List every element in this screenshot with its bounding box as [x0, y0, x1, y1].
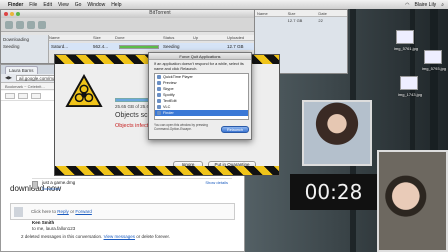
- finder-icon: [157, 111, 161, 115]
- forward-link[interactable]: Forward: [75, 209, 92, 214]
- video-feed-self[interactable]: [377, 150, 448, 252]
- reply-sep: or: [70, 209, 75, 214]
- deleted-notice: 2 deleted messages in this conversation.…: [21, 234, 170, 239]
- user-name[interactable]: Blaire Lily: [415, 2, 437, 8]
- app-icon: [157, 81, 161, 85]
- app-name: Preview: [163, 81, 177, 85]
- app-icon: [157, 93, 161, 97]
- dialog-title: Force Quit Applications: [149, 53, 251, 60]
- file-label[interactable]: img_1743.jpg: [398, 92, 422, 97]
- torrent-name: Saturd...: [51, 44, 69, 49]
- menu-go[interactable]: Go: [75, 2, 82, 8]
- list-item-selected[interactable]: Finder: [155, 110, 248, 116]
- app-name: Spotify: [163, 93, 175, 97]
- deleted-text: 2 deleted messages in this conversation.: [21, 234, 103, 239]
- list-item[interactable]: 12.7 GB 22: [255, 17, 347, 23]
- bt-sidebar: Downloading Seeding: [1, 35, 49, 63]
- menu-bar: Finder File Edit View Go Window Help ◠ B…: [0, 0, 448, 9]
- avatar: [14, 207, 23, 217]
- app-icon: [157, 87, 161, 91]
- app-name: TextEdit: [163, 99, 177, 103]
- torrent-progress-bar: [119, 44, 159, 49]
- progress-fill: [120, 45, 158, 48]
- app-name: VLC: [163, 105, 171, 109]
- menu-window[interactable]: Window: [87, 2, 105, 8]
- search-icon[interactable]: ⌕: [441, 2, 444, 8]
- menu-file[interactable]: File: [29, 2, 37, 8]
- col-header[interactable]: Size: [286, 11, 317, 16]
- add-torrent-icon[interactable]: [5, 20, 13, 29]
- attachment-name[interactable]: just a game.dmg: [42, 180, 75, 185]
- torrent-size: 562.4...: [93, 44, 109, 49]
- app-icon: [157, 75, 161, 79]
- force-quit-dialog: Force Quit Applications If an applicatio…: [148, 52, 252, 140]
- start-icon[interactable]: [16, 20, 24, 29]
- video-feed-participant[interactable]: [302, 100, 372, 166]
- col-size[interactable]: Size: [93, 35, 115, 40]
- menu-view[interactable]: View: [58, 2, 69, 8]
- sidebar-item-downloading[interactable]: Downloading: [3, 36, 46, 43]
- hazard-stripe: [55, 166, 279, 175]
- menubar-status-area: ◠ Blaire Lily ⌕: [405, 2, 448, 8]
- col-header[interactable]: Date: [316, 11, 347, 16]
- reply-link[interactable]: Reply: [57, 209, 69, 214]
- close-button[interactable]: [4, 12, 8, 16]
- menu-edit[interactable]: Edit: [43, 2, 52, 8]
- reply-prompt: Click here to Reply or Forward: [31, 209, 92, 214]
- show-details-link[interactable]: Show details: [205, 180, 228, 185]
- col-name[interactable]: Name: [49, 35, 93, 40]
- delete-button[interactable]: [31, 92, 41, 99]
- relaunch-button[interactable]: Relaunch: [221, 126, 249, 133]
- attachment: just a game.dmg Download Show details: [32, 178, 232, 191]
- file-label[interactable]: img_5761.jpg: [394, 46, 418, 51]
- menu-app-name[interactable]: Finder: [8, 2, 23, 8]
- window-controls: [4, 12, 20, 16]
- cell: 22: [318, 17, 323, 23]
- dmg-file-icon[interactable]: [32, 181, 38, 189]
- dialog-message: If an application doesn't respond for a …: [154, 62, 244, 71]
- file-label[interactable]: img_5793.jpg: [422, 66, 446, 71]
- sender-name[interactable]: Ken Smith: [32, 220, 54, 225]
- image-file-icon[interactable]: [400, 76, 418, 90]
- col-status[interactable]: Status: [163, 35, 193, 40]
- reply-text: Click here to: [31, 209, 57, 214]
- call-timer: 00:28: [290, 174, 377, 210]
- cell: 12.7 GB: [287, 17, 303, 23]
- remove-icon[interactable]: [38, 20, 46, 29]
- col-done[interactable]: Done: [115, 35, 163, 40]
- archive-button[interactable]: [5, 92, 15, 99]
- pause-icon[interactable]: [27, 20, 35, 29]
- zoom-button[interactable]: [16, 12, 20, 16]
- wifi-icon[interactable]: ◠: [405, 2, 409, 8]
- app-name: QuickTime Player: [163, 75, 193, 79]
- minimize-button[interactable]: [10, 12, 14, 16]
- download-link[interactable]: Download: [42, 186, 60, 191]
- app-name: Skype: [163, 87, 174, 91]
- list-header: Name Size Date: [255, 10, 347, 17]
- app-icon: [157, 99, 161, 103]
- col-up[interactable]: Up: [193, 35, 227, 40]
- forward-icon[interactable]: ▶: [8, 75, 11, 81]
- reply-box[interactable]: Click here to Reply or Forward: [10, 203, 235, 220]
- tab-gmail[interactable]: Laura Barns: [5, 66, 38, 74]
- biohazard-icon: [65, 74, 103, 108]
- menu-help[interactable]: Help: [111, 2, 121, 8]
- spam-button[interactable]: [18, 92, 28, 99]
- app-list: QuickTime Player Preview Skype Spotify T…: [154, 73, 249, 120]
- app-icon: [157, 105, 161, 109]
- app-name: Finder: [163, 111, 174, 115]
- email-sender: Ken Smith to me, laura.fallon123: [32, 220, 75, 232]
- image-file-icon[interactable]: [396, 30, 414, 44]
- col-header[interactable]: Name: [255, 11, 286, 16]
- shortcut-hint: You can open this window by pressing Com…: [154, 123, 208, 131]
- recipient-line: to me, laura.fallon123: [32, 226, 76, 231]
- torrent-status: Seeding: [163, 44, 180, 49]
- sidebar-item-seeding[interactable]: Seeding: [3, 43, 46, 50]
- image-file-icon[interactable]: [424, 50, 442, 64]
- view-messages-link[interactable]: View messages: [104, 234, 135, 239]
- deleted-tail: or delete forever.: [136, 234, 171, 239]
